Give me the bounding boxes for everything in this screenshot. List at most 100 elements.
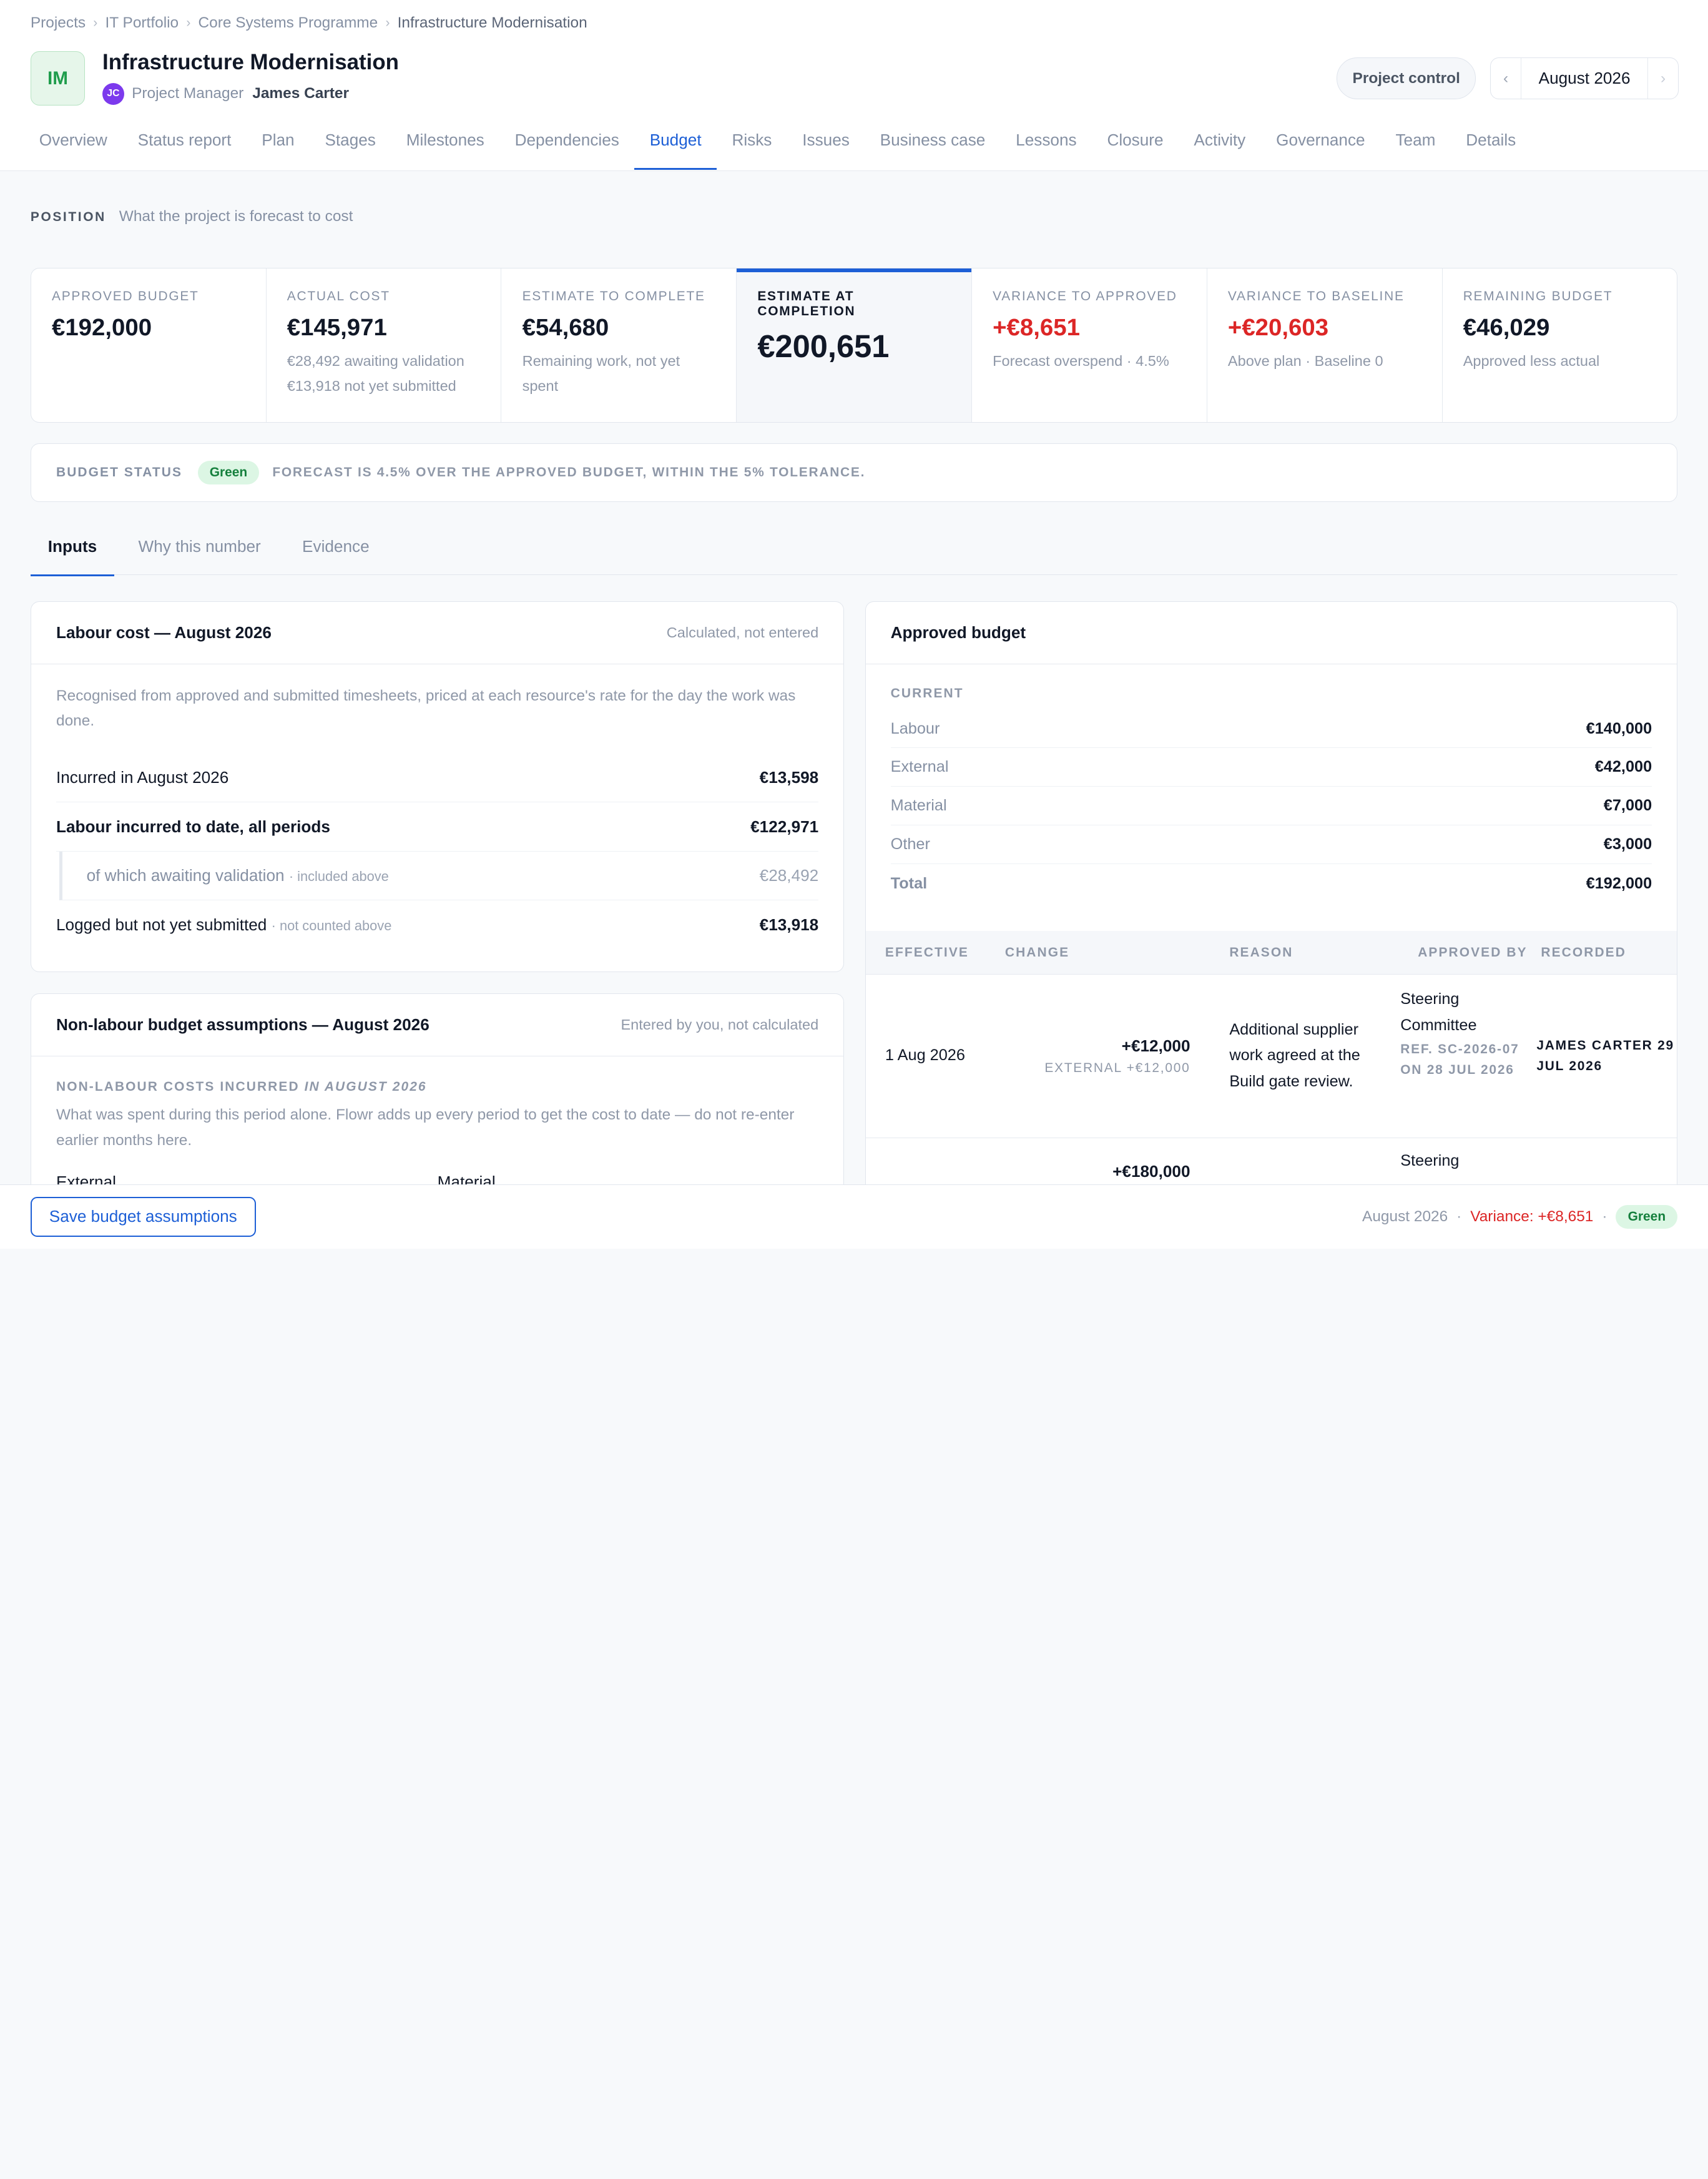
card-title: Non-labour budget assumptions — August 2… <box>56 1015 429 1035</box>
change-cell: +€12,000 EXTERNAL +€12,000 <box>985 975 1190 1138</box>
tab-risks[interactable]: Risks <box>717 120 787 170</box>
row-note: · included above <box>288 868 389 885</box>
kpi-value: €54,680 <box>522 314 609 342</box>
kpi-value: €145,971 <box>287 314 387 342</box>
row-value: €42,000 <box>1594 758 1652 776</box>
table-header: EFFECTIVE CHANGE REASON APPROVED BY RECO… <box>865 931 1677 975</box>
row-value: €122,971 <box>750 817 819 836</box>
chevron-right-icon[interactable]: › <box>1647 58 1678 99</box>
list-item: Incurred in August 2026 €13,598 <box>56 754 819 803</box>
kpi-variance-to-baseline: Variance to baseline +€20,603 Above plan… <box>1207 268 1443 423</box>
tab-budget[interactable]: Budget <box>634 120 717 170</box>
row-value: €192,000 <box>1586 874 1652 892</box>
save-budget-button[interactable]: Save budget assumptions <box>30 1196 256 1237</box>
row-value: €7,000 <box>1603 797 1652 815</box>
row-label: Logged but not yet submitted · not count… <box>56 915 392 935</box>
tab-status-report[interactable]: Status report <box>122 120 247 170</box>
kpi-subtext: Remaining work, not yet spent <box>522 352 680 394</box>
approved-budget-card: Approved budget CURRENT Labour €140,000 … <box>865 601 1678 1249</box>
kpi-subtext: €28,492 awaiting validation €13,918 not … <box>287 348 481 398</box>
tab-milestones[interactable]: Milestones <box>391 120 499 170</box>
card-title: Labour cost — August 2026 <box>56 622 272 642</box>
row-label: Labour <box>890 719 940 737</box>
manager-label: Project Manager <box>132 85 244 102</box>
change-detail: EXTERNAL +€12,000 <box>1044 1061 1190 1076</box>
page-title: Infrastructure Modernisation <box>102 50 399 75</box>
kpi-label: Actual cost <box>287 289 390 304</box>
section-heading: NON-LABOUR COSTS INCURRED IN AUGUST 2026 <box>56 1079 427 1094</box>
tab-details[interactable]: Details <box>1451 120 1531 170</box>
chevron-right-icon: › <box>186 15 191 30</box>
manager-name[interactable]: James Carter <box>252 85 349 102</box>
section-heading: CURRENT <box>890 686 964 701</box>
tab-evidence[interactable]: Evidence <box>285 519 386 576</box>
tab-activity[interactable]: Activity <box>1179 120 1261 170</box>
section-description: What was spent during this period alone.… <box>56 1106 795 1149</box>
kpi-estimate-to-complete: Estimate to complete €54,680 Remaining w… <box>501 268 737 423</box>
kpi-remaining-budget: Remaining budget €46,029 Approved less a… <box>1443 268 1677 422</box>
tab-stages[interactable]: Stages <box>310 120 391 170</box>
column-header: APPROVED BY <box>1418 945 1528 960</box>
avatar: JC <box>102 82 124 105</box>
tab-inputs[interactable]: Inputs <box>30 519 115 577</box>
chevron-left-icon[interactable]: ‹ <box>1491 58 1522 99</box>
card-note: Calculated, not entered <box>666 624 819 641</box>
card-note: Entered by you, not calculated <box>621 1016 819 1033</box>
page-header: Projects › IT Portfolio › Core Systems P… <box>0 0 1708 171</box>
status-badge: Green <box>197 461 260 485</box>
row-label: Total <box>890 874 928 892</box>
list-item: Labour incurred to date, all periods €12… <box>56 802 819 852</box>
kpi-subtext: Above plan · Baseline 0 <box>1227 352 1383 369</box>
kpi-actual-cost: Actual cost €145,971 €28,492 awaiting va… <box>267 268 502 423</box>
kpi-subtext: Forecast overspend · 4.5% <box>993 352 1169 369</box>
tab-team[interactable]: Team <box>1380 120 1451 170</box>
tab-plan[interactable]: Plan <box>247 120 310 170</box>
kpi-subtext-line: €28,492 awaiting validation <box>287 352 464 369</box>
budget-status-message: FORECAST IS 4.5% OVER THE APPROVED BUDGE… <box>272 465 866 480</box>
tab-dependencies[interactable]: Dependencies <box>499 120 634 170</box>
kpi-strip: Approved budget €192,000 Actual cost €14… <box>30 268 1678 423</box>
row-label: External <box>890 758 949 776</box>
row-label: Other <box>890 835 930 853</box>
kpi-value: €200,651 <box>757 328 890 365</box>
effective-date: 1 Aug 2026 <box>885 1046 965 1065</box>
project-control-button[interactable]: Project control <box>1337 57 1476 99</box>
row-label: Labour incurred to date, all periods <box>56 817 330 836</box>
approved-by-cell: Steering Committee REF. SC-2026-07 ON 28… <box>1378 975 1530 1138</box>
tab-why-this-number[interactable]: Why this number <box>121 519 278 576</box>
breadcrumb-projects[interactable]: Projects <box>31 14 86 32</box>
section-label: POSITION <box>30 210 106 225</box>
kpi-label: Estimate at completion <box>757 289 856 319</box>
tab-issues[interactable]: Issues <box>787 120 865 170</box>
kpi-value: €46,029 <box>1463 314 1550 342</box>
tab-closure[interactable]: Closure <box>1092 120 1179 170</box>
period-selector: ‹ August 2026 › <box>1490 57 1679 99</box>
breadcrumb-programme[interactable]: Core Systems Programme <box>199 14 378 32</box>
kpi-value: €192,000 <box>52 314 152 342</box>
tab-overview[interactable]: Overview <box>24 120 122 170</box>
row-label: of which awaiting validation · included … <box>86 866 389 885</box>
budget-subtabs: Inputs Why this number Evidence <box>30 519 1678 577</box>
budget-history-table: EFFECTIVE CHANGE REASON APPROVED BY RECO… <box>865 931 1677 1203</box>
card-header: Approved budget <box>865 602 1677 664</box>
row-value: €140,000 <box>1586 719 1652 737</box>
row-label: Incurred in August 2026 <box>56 768 229 787</box>
chevron-right-icon: › <box>93 15 98 30</box>
table-row: 1 Aug 2026 +€12,000 EXTERNAL +€12,000 Ad… <box>865 975 1677 1138</box>
kpi-estimate-at-completion: Estimate at completion €200,651 <box>737 268 972 423</box>
approver: Steering <box>1400 1152 1460 1170</box>
breadcrumb-it-portfolio[interactable]: IT Portfolio <box>105 14 179 32</box>
column-header: REASON <box>1229 945 1293 960</box>
tab-lessons[interactable]: Lessons <box>1001 120 1092 170</box>
period-value[interactable]: August 2026 <box>1521 69 1647 88</box>
row-value: €13,598 <box>759 768 819 787</box>
section-heading-emphasis: IN AUGUST 2026 <box>304 1079 427 1094</box>
row-value: €13,918 <box>759 915 819 935</box>
breadcrumb: Projects › IT Portfolio › Core Systems P… <box>31 14 587 32</box>
tab-governance[interactable]: Governance <box>1261 120 1380 170</box>
tab-business-case[interactable]: Business case <box>865 120 1001 170</box>
kpi-label: Estimate to complete <box>522 289 705 304</box>
approval-date: ON 28 JUL 2026 <box>1400 1063 1514 1078</box>
kpi-subtext-line: €13,918 not yet submitted <box>287 377 456 394</box>
kpi-label: Variance to approved <box>993 289 1177 304</box>
